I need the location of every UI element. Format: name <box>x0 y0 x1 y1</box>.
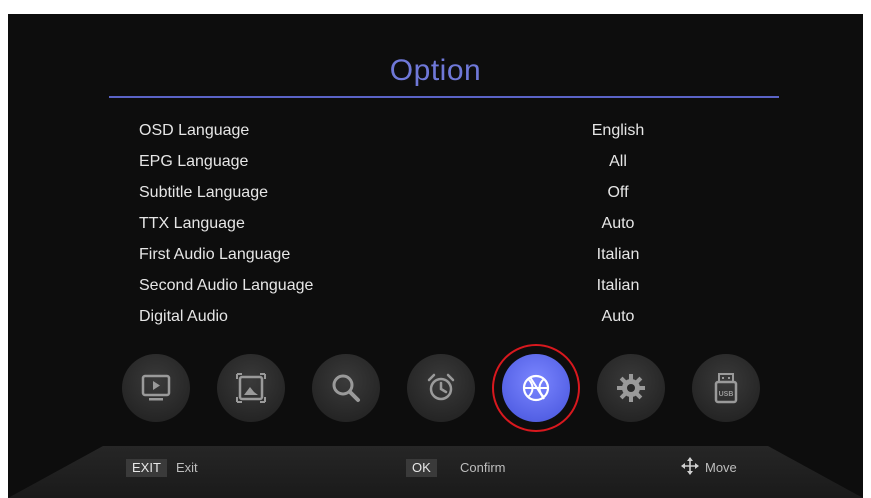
menu-row-second-audio-language[interactable]: Second Audio Language Italian <box>8 273 863 299</box>
menu-row-value[interactable]: Off <box>568 184 668 202</box>
menu-row-subtitle-language[interactable]: Subtitle Language Off <box>8 180 863 206</box>
alarm-clock-icon[interactable] <box>407 354 475 422</box>
menu-row-label: Digital Audio <box>139 308 228 325</box>
icon-bar: USB <box>8 344 863 434</box>
usb-icon[interactable]: USB <box>692 354 760 422</box>
menu-row-value[interactable]: Italian <box>568 246 668 264</box>
menu-row-value[interactable]: Italian <box>568 277 668 295</box>
menu-row-label: OSD Language <box>139 122 250 139</box>
title-divider <box>109 96 779 98</box>
tv-play-icon[interactable] <box>122 354 190 422</box>
menu-row-epg-language[interactable]: EPG Language All <box>8 149 863 175</box>
page-title: Option <box>389 54 482 87</box>
menu-row-label: Second Audio Language <box>139 277 314 294</box>
tv-screen: Option OSD Language English EPG Language… <box>8 14 863 498</box>
move-label: Move <box>705 460 737 475</box>
menu-row-label: EPG Language <box>139 153 249 170</box>
menu-row-value[interactable]: English <box>568 122 668 140</box>
gear-icon[interactable] <box>597 354 665 422</box>
ok-label: Confirm <box>460 460 506 475</box>
svg-text:USB: USB <box>719 391 734 398</box>
menu-row-label: TTX Language <box>139 215 245 232</box>
menu-row-value[interactable]: All <box>568 153 668 171</box>
menu-row-label: First Audio Language <box>139 246 291 263</box>
menu-row-ttx-language[interactable]: TTX Language Auto <box>8 211 863 237</box>
menu-row-value[interactable]: Auto <box>568 308 668 326</box>
menu-row-digital-audio[interactable]: Digital Audio Auto <box>8 304 863 330</box>
exit-label: Exit <box>176 460 198 475</box>
menu-row-first-audio-language[interactable]: First Audio Language Italian <box>8 242 863 268</box>
ok-key[interactable]: OK <box>406 459 437 477</box>
menu-row-osd-language[interactable]: OSD Language English <box>8 118 863 144</box>
move-arrows-icon <box>680 456 700 481</box>
footer-bar: EXIT Exit OK Confirm Move <box>8 446 863 498</box>
search-icon[interactable] <box>312 354 380 422</box>
picture-icon[interactable] <box>217 354 285 422</box>
menu-row-value[interactable]: Auto <box>568 215 668 233</box>
menu-row-label: Subtitle Language <box>139 184 268 201</box>
exit-key[interactable]: EXIT <box>126 459 167 477</box>
selection-highlight-ring <box>492 344 580 432</box>
